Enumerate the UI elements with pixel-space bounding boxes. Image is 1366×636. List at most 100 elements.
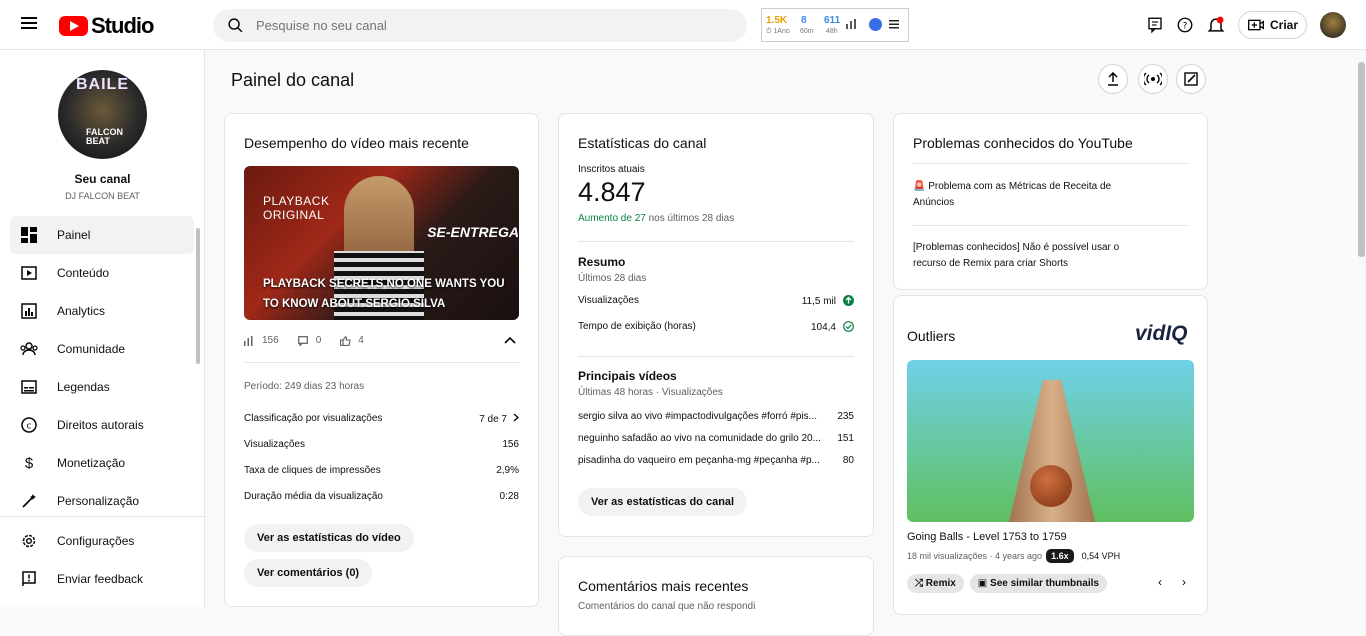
metric-row: Duração média da visualização 0:28 bbox=[244, 491, 519, 517]
outlier-video-title[interactable]: Going Balls - Level 1753 to 1759 bbox=[907, 531, 1067, 543]
outliers-card: Outliers vidIQ Going Balls - Level 1753 … bbox=[893, 295, 1208, 615]
latest-video-card: Desempenho do vídeo mais recente PLAYBAC… bbox=[224, 113, 539, 607]
top-video-views: 151 bbox=[837, 433, 854, 444]
feedback-icon[interactable] bbox=[1144, 14, 1166, 36]
channel-stats-button[interactable]: Ver as estatísticas do canal bbox=[578, 488, 748, 516]
sidebar-item-conteudo[interactable]: Conteúdo bbox=[10, 254, 194, 292]
period-label: Período: 249 dias 23 horas bbox=[244, 381, 365, 392]
summary-period: Últimos 28 dias bbox=[578, 273, 647, 284]
sidebar-scrollbar[interactable] bbox=[196, 228, 200, 364]
vidiq-logo: vidIQ bbox=[1135, 322, 1188, 346]
divider bbox=[913, 163, 1189, 164]
channel-stats-card: Estatísticas do canal Inscritos atuais 4… bbox=[558, 113, 874, 537]
channel-title: Seu canal bbox=[74, 172, 131, 186]
outlier-video-thumbnail[interactable] bbox=[907, 360, 1194, 522]
metric-value: 104,4 bbox=[811, 321, 854, 347]
ext-label-1: ⏱ 1Ano bbox=[766, 28, 790, 35]
top-video-views: 235 bbox=[837, 411, 854, 422]
search-input[interactable] bbox=[256, 18, 696, 33]
metric-label: Visualizações bbox=[578, 295, 639, 306]
known-issues-title: Problemas conhecidos do YouTube bbox=[913, 135, 1133, 151]
page-scrollbar-thumb[interactable] bbox=[1358, 62, 1365, 257]
metric-value-text: 104,4 bbox=[810, 322, 836, 333]
thumb-caption: PLAYBACK SECRETS NO ONE WANTS YOU TO KNO… bbox=[263, 278, 505, 310]
studio-logo[interactable]: Studio bbox=[59, 13, 154, 39]
sidebar-item-legendas[interactable]: Legendas bbox=[10, 368, 194, 406]
sidebar-item-analytics[interactable]: Analytics bbox=[10, 292, 194, 330]
sidebar-item-personalizacao[interactable]: Personalização bbox=[10, 482, 194, 520]
issue-item[interactable]: 🚨 Problema com as Métricas de Receita de… bbox=[913, 179, 1143, 211]
edit-icon bbox=[1184, 72, 1198, 86]
magic-wand-icon bbox=[20, 492, 38, 510]
search-bar[interactable] bbox=[213, 9, 747, 42]
top-video-views: 80 bbox=[842, 455, 854, 466]
remix-button[interactable]: ⤮ Remix bbox=[907, 574, 964, 593]
summary-metrics: Visualizações 11,5 mil Tempo de exibição … bbox=[578, 295, 854, 347]
channel-avatar[interactable]: BAILE FALCON BEAT bbox=[58, 70, 147, 159]
similar-thumbnails-button[interactable]: ▣ See similar thumbnails bbox=[969, 574, 1107, 593]
metric-value: 156 bbox=[502, 439, 519, 450]
sidebar-item-feedback[interactable]: Enviar feedback bbox=[10, 560, 194, 598]
sidebar-item-label: Direitos autorais bbox=[57, 418, 144, 432]
create-button[interactable]: Criar bbox=[1238, 11, 1307, 39]
likes-count: 4 bbox=[358, 335, 364, 346]
community-icon bbox=[20, 340, 38, 358]
prev-arrow-icon[interactable]: ‹ bbox=[1158, 575, 1162, 589]
metric-value: 0:28 bbox=[499, 491, 519, 502]
copyright-icon: c bbox=[20, 416, 38, 434]
subscribers-increase: Aumento de 27 bbox=[578, 213, 646, 224]
upload-button[interactable] bbox=[1098, 64, 1128, 94]
trend-up-icon bbox=[843, 295, 854, 306]
sidebar-item-painel[interactable]: Painel bbox=[10, 216, 194, 254]
youtube-logo-icon bbox=[59, 16, 88, 36]
latest-video-title: Desempenho do vídeo mais recente bbox=[244, 135, 469, 151]
content-icon bbox=[20, 264, 38, 282]
notifications-icon[interactable] bbox=[1205, 14, 1227, 36]
sidebar-item-label: Enviar feedback bbox=[57, 572, 144, 586]
metric-value: 7 de 7 bbox=[479, 413, 519, 439]
outlier-actions: ⤮ Remix ▣ See similar thumbnails bbox=[907, 574, 1107, 593]
latest-video-thumbnail[interactable]: PLAYBACK ORIGINAL SE-ENTREGA PLAYBACK SE… bbox=[244, 166, 519, 320]
outlier-multiplier-badge: 1.6x bbox=[1046, 549, 1074, 563]
report-icon bbox=[20, 570, 38, 588]
recent-comments-card: Comentários mais recentes Comentários do… bbox=[558, 556, 874, 636]
sidebar-bottom-nav: Configurações Enviar feedback bbox=[10, 522, 194, 598]
sidebar-item-label: Comunidade bbox=[57, 342, 126, 356]
sidebar-item-monetizacao[interactable]: $ Monetização bbox=[10, 444, 194, 482]
ext-badge-icon[interactable] bbox=[869, 18, 882, 31]
remix-label: Remix bbox=[925, 578, 956, 589]
sidebar-item-label: Painel bbox=[57, 228, 91, 242]
ext-value-3: 611 bbox=[824, 15, 841, 26]
comment-icon bbox=[297, 335, 308, 346]
sidebar-item-configuracoes[interactable]: Configurações bbox=[10, 522, 194, 560]
known-issues-card: Problemas conhecidos do YouTube 🚨 Proble… bbox=[893, 113, 1208, 290]
subscribers-count: 4.847 bbox=[578, 177, 646, 207]
account-avatar[interactable] bbox=[1320, 12, 1346, 38]
video-stats-button[interactable]: Ver as estatísticas do vídeo bbox=[244, 524, 414, 552]
page-scrollbar[interactable] bbox=[1357, 50, 1366, 607]
avatar-subtext: FALCON BEAT bbox=[86, 127, 123, 146]
top-videos-title: Principais vídeos bbox=[578, 369, 677, 383]
top-video-row[interactable]: pisadinha do vaqueiro em peçanha-mg #peç… bbox=[578, 455, 854, 477]
sidebar-item-comunidade[interactable]: Comunidade bbox=[10, 330, 194, 368]
help-icon[interactable]: ? bbox=[1174, 14, 1196, 36]
top-bar: Studio 1.5K ⏱ 1Ano 8 60m 611 48h ? Criar bbox=[0, 0, 1366, 50]
view-comments-button[interactable]: Ver comentários (0) bbox=[244, 559, 373, 587]
ext-menu-icon[interactable] bbox=[889, 19, 899, 29]
chevron-up-icon[interactable] bbox=[504, 336, 516, 344]
top-video-row[interactable]: sergio silva ao vivo #impactodivulgações… bbox=[578, 411, 854, 433]
next-arrow-icon[interactable]: › bbox=[1182, 575, 1186, 589]
add-video-icon bbox=[1248, 19, 1264, 31]
vidiq-extension-widget[interactable]: 1.5K ⏱ 1Ano 8 60m 611 48h bbox=[761, 8, 909, 42]
go-live-button[interactable] bbox=[1138, 64, 1168, 94]
top-video-row[interactable]: neguinho safadão ao vivo na comunidade d… bbox=[578, 433, 854, 455]
ext-label-3: 48h bbox=[826, 28, 838, 35]
create-post-button[interactable] bbox=[1176, 64, 1206, 94]
metric-row-ranking[interactable]: Classificação por visualizações 7 de 7 bbox=[244, 413, 519, 439]
sidebar-item-direitos[interactable]: c Direitos autorais bbox=[10, 406, 194, 444]
issue-item[interactable]: [Problemas conhecidos] Não é possível us… bbox=[913, 240, 1153, 272]
divider bbox=[578, 241, 854, 242]
svg-text:c: c bbox=[27, 422, 32, 432]
live-icon bbox=[1144, 72, 1162, 86]
menu-icon[interactable] bbox=[18, 14, 40, 36]
